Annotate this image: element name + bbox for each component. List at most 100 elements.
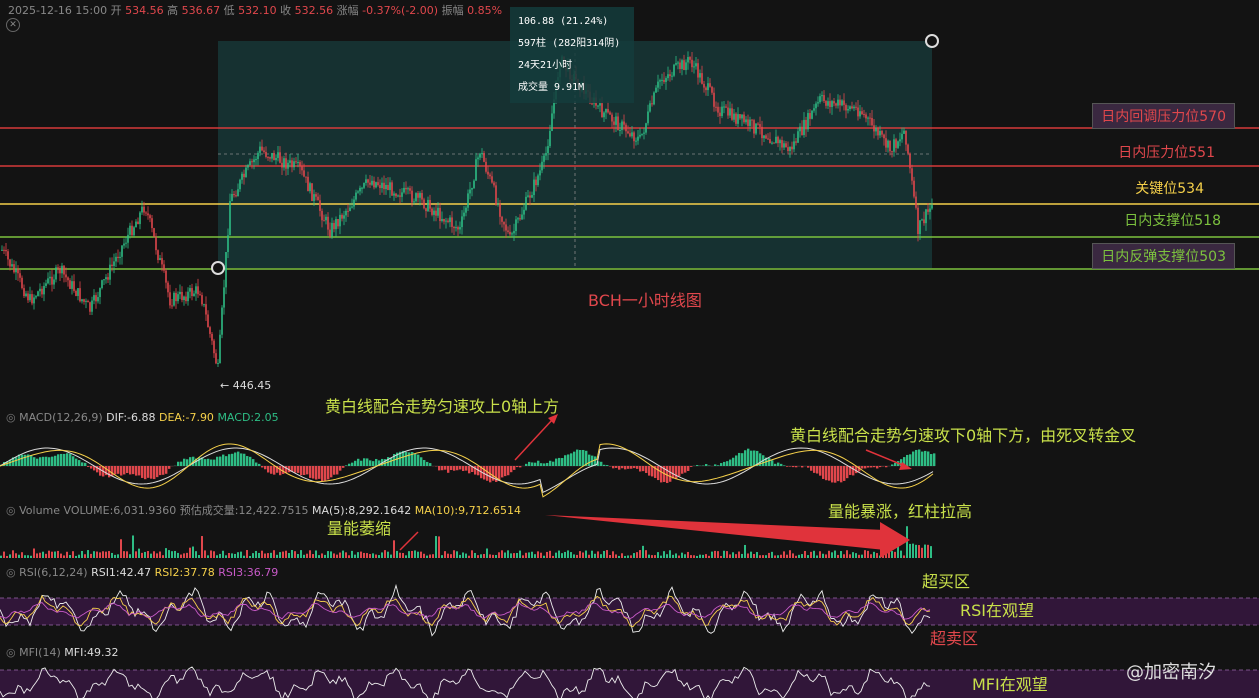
candle-body (485, 161, 487, 172)
volume-bar (318, 555, 320, 558)
macd-hist-bar (264, 466, 267, 470)
volume-bar (552, 555, 554, 558)
candle-body (781, 140, 783, 148)
candle-body (203, 304, 205, 306)
candle-body (355, 192, 357, 200)
candle-body (889, 140, 891, 152)
candle-body (395, 193, 397, 197)
candle-body (363, 182, 365, 188)
volume-bar (48, 550, 50, 558)
candle-body (641, 133, 643, 135)
candle-body (881, 130, 883, 135)
candle-body (125, 242, 127, 244)
candle-body (809, 113, 811, 119)
macd-hist-bar (453, 466, 456, 471)
volume-bar (84, 554, 86, 558)
candle-body (247, 165, 249, 168)
volume-bar (105, 551, 107, 558)
macd-hist-bar (327, 466, 330, 480)
candle-body (819, 96, 821, 103)
macd-hist-bar (537, 460, 540, 466)
macd-hist-bar (501, 466, 504, 478)
volume-bar (360, 551, 362, 558)
candle-body (399, 195, 401, 197)
macd-hist-bar (687, 466, 690, 471)
candle-body (859, 111, 861, 117)
macd-hist-bar (51, 456, 54, 466)
candle-body (53, 279, 55, 285)
eye-icon[interactable]: ◎ (6, 646, 16, 659)
macd-hist-bar (750, 450, 753, 466)
volume-bar (837, 554, 839, 558)
volume-bar (90, 553, 92, 558)
candle-body (929, 208, 931, 212)
candle-body (691, 59, 693, 68)
macd-hist-bar (219, 456, 222, 466)
annot-oversold: 超卖区 (930, 629, 979, 648)
volume-bar (195, 551, 197, 558)
candle-body (143, 206, 145, 213)
volume-bar (417, 551, 419, 558)
macd-hist-bar (246, 456, 249, 466)
volume-bar (543, 555, 545, 558)
candle-body (13, 264, 15, 273)
volume-bar (393, 540, 395, 558)
volume-bar (843, 554, 845, 558)
macd-down-arrow (865, 449, 906, 467)
candle-body (117, 256, 119, 259)
candle-body (67, 277, 69, 281)
candle-body (831, 101, 833, 107)
volume-bar (354, 554, 356, 558)
volume-bar (738, 551, 740, 558)
candle-body (451, 217, 453, 227)
volume-bar (516, 553, 518, 558)
volume-bar (75, 555, 77, 558)
candle-body (217, 363, 219, 365)
volume-bar (123, 551, 125, 558)
candle-body (437, 207, 439, 216)
macd-hist-bar (834, 466, 837, 483)
volume-bar (894, 551, 896, 558)
candle-body (683, 60, 685, 71)
candle-body (841, 100, 843, 106)
candle-body (131, 225, 133, 236)
eye-icon[interactable]: ◎ (6, 566, 16, 579)
macd-hist-bar (405, 451, 408, 466)
volume-bar (45, 553, 47, 558)
volume-bar (705, 554, 707, 558)
volume-bar (696, 555, 698, 558)
volume-bar (63, 555, 65, 558)
macd-hist-bar (159, 466, 162, 476)
candle-body (659, 80, 661, 82)
candle-body (529, 195, 531, 198)
candle-body (445, 220, 447, 222)
volume-bar (267, 553, 269, 558)
candle-body (737, 114, 739, 124)
volume-bar (462, 552, 464, 558)
macd-hist-bar (600, 461, 603, 466)
candle-body (9, 259, 11, 267)
candle-body (813, 108, 815, 111)
volume-bar (234, 553, 236, 558)
candle-body (867, 117, 869, 119)
candle-body (515, 219, 517, 232)
candle-body (513, 231, 515, 234)
candle-body (113, 261, 115, 266)
macd-hist-bar (66, 453, 69, 466)
candle-body (179, 291, 181, 295)
eye-icon[interactable]: ◎ (6, 504, 16, 517)
volume-bar (549, 550, 551, 558)
candle-body (657, 81, 659, 88)
candle-body (145, 212, 147, 214)
macd-hist-bar (570, 453, 573, 466)
macd-hist-bar (555, 458, 558, 466)
volume-bar (828, 550, 830, 558)
candle-body (857, 107, 859, 117)
volume-bar (384, 550, 386, 558)
candle-body (443, 218, 445, 222)
macd-hist-bar (294, 466, 297, 473)
candle-body (855, 106, 857, 108)
candle-body (701, 73, 703, 84)
eye-icon[interactable]: ◎ (6, 411, 16, 424)
candle-body (749, 119, 751, 126)
